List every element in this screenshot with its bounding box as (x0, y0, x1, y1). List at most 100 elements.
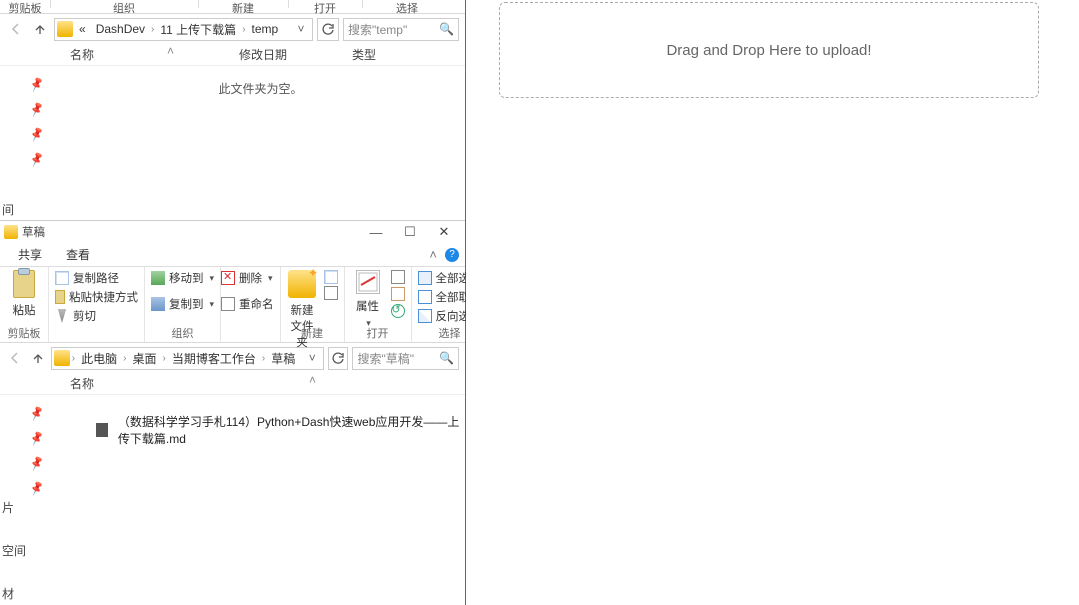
properties-icon (356, 270, 380, 294)
breadcrumb-item[interactable]: 11 上传下载篇 (156, 19, 240, 40)
arrow-up-icon (31, 351, 45, 365)
copy-path-icon (55, 271, 69, 285)
section-new: 新建 (198, 0, 288, 13)
nav-tree-item[interactable]: 间 (2, 199, 465, 220)
nav-tree-item[interactable]: 空间 (2, 540, 465, 561)
new-item-icon[interactable] (324, 270, 338, 284)
nav-up-button[interactable] (30, 19, 50, 39)
nav-up-button[interactable] (28, 348, 46, 368)
col-type[interactable]: 类型 (328, 46, 388, 63)
col-name[interactable]: 名称 (0, 46, 198, 63)
pin-icon: 📌 (28, 126, 45, 143)
copy-path-button[interactable]: 复制路径 (55, 270, 138, 286)
copy-to-button[interactable]: 复制到▾ (151, 296, 214, 312)
group-label: 新建 (281, 325, 344, 341)
breadcrumb-item[interactable]: 草稿 (267, 348, 299, 369)
rename-label: 重命名 (239, 296, 274, 312)
paste-button[interactable]: 粘贴 (2, 270, 46, 318)
breadcrumb-item[interactable]: 当期博客工作台 (168, 348, 260, 369)
ribbon-tabs: 共享 查看 ˄ ? (0, 243, 465, 267)
search-input[interactable]: 搜索"temp" 🔍 (343, 18, 459, 41)
ribbon-group-clipboard-extra: 复制路径 粘贴快捷方式 剪切 (49, 267, 145, 342)
folder-icon (57, 21, 73, 37)
tab-view[interactable]: 查看 (66, 246, 90, 263)
ribbon-group-organize: 移动到▾ 复制到▾ 组织 (145, 267, 221, 342)
tab-share[interactable]: 共享 (18, 246, 42, 263)
nav-back-button[interactable] (6, 348, 24, 368)
empty-folder-message: 此文件夹为空。 (56, 66, 465, 197)
rename-button[interactable]: 重命名 (221, 296, 274, 312)
markdown-file-icon (96, 423, 108, 437)
move-to-button[interactable]: 移动到▾ (151, 270, 214, 286)
breadcrumb-item[interactable]: DashDev (92, 20, 149, 38)
nav-back-button[interactable] (6, 19, 26, 39)
col-name[interactable]: 名称 (0, 375, 340, 392)
breadcrumb[interactable]: « DashDev › 11 上传下载篇 › temp ˅ (54, 18, 313, 41)
titlebar: 草稿 — ☐ ✕ (0, 221, 465, 243)
pin-icon: 📌 (28, 151, 45, 168)
delete-button[interactable]: 删除▾ (221, 270, 274, 286)
address-bar-row: « DashDev › 11 上传下载篇 › temp ˅ 搜索"temp" 🔍 (0, 14, 465, 44)
dash-app-area: Drag and Drop Here to upload! (466, 0, 1079, 605)
close-button[interactable]: ✕ (427, 222, 461, 242)
help-button[interactable]: ? (445, 248, 459, 262)
pin-icon: 📌 (28, 455, 45, 472)
col-modified[interactable]: 修改日期 (198, 46, 328, 63)
arrow-left-icon (8, 351, 22, 365)
chevron-right-icon: › (72, 353, 75, 364)
explorer-window-top: 剪贴板 组织 新建 打开 选择 « DashDev › 11 上传下载 (0, 0, 465, 221)
nav-tree-fragment: 片 空间 材 (0, 495, 465, 604)
paste-icon (13, 270, 35, 298)
chevron-down-icon: ▾ (210, 299, 215, 310)
move-to-label: 移动到 (169, 270, 204, 286)
paste-label: 粘贴 (13, 302, 36, 318)
easy-access-icon[interactable] (324, 286, 338, 300)
address-bar-row: › 此电脑 › 桌面 › 当期博客工作台 › 草稿 ˅ 搜索"草稿" 🔍 (0, 343, 465, 373)
section-select: 选择 (362, 0, 452, 13)
cut-icon (55, 309, 69, 323)
ribbon-group-organize-2: 删除▾ 重命名 (221, 267, 281, 342)
select-all-icon (418, 271, 432, 285)
breadcrumb[interactable]: › 此电脑 › 桌面 › 当期博客工作台 › 草稿 ˅ (51, 347, 324, 370)
group-label: 组织 (145, 325, 220, 341)
search-input[interactable]: 搜索"草稿" 🔍 (352, 347, 459, 370)
ribbon-section-labels: 剪贴板 组织 新建 打开 选择 (0, 0, 465, 14)
folder-icon (4, 225, 18, 239)
history-icon[interactable] (391, 304, 405, 318)
edit-icon[interactable] (391, 287, 405, 301)
breadcrumb-overflow[interactable]: « (75, 20, 90, 38)
properties-label: 属性 (356, 298, 379, 314)
file-list-area: 📌 📌 📌 📌 （数据科学学习手札114）Python+Dash快速web应用开… (0, 395, 465, 495)
file-name: （数据科学学习手札114）Python+Dash快速web应用开发——上传下载篇… (118, 413, 465, 447)
open-icon[interactable] (391, 270, 405, 284)
paste-shortcut-button[interactable]: 粘贴快捷方式 (55, 289, 138, 305)
quick-access-pins: 📌 📌 📌 📌 (0, 66, 56, 197)
maximize-button[interactable]: ☐ (393, 222, 427, 242)
nav-tree-item[interactable]: 片 (2, 497, 465, 518)
breadcrumb-item[interactable]: 桌面 (128, 348, 160, 369)
chevron-right-icon: › (262, 353, 265, 364)
refresh-button[interactable] (317, 18, 339, 41)
select-none-icon (418, 290, 432, 304)
minimize-button[interactable]: — (359, 222, 393, 242)
breadcrumb-dropdown[interactable]: ˅ (292, 22, 310, 36)
breadcrumb-dropdown[interactable]: ˅ (303, 351, 321, 365)
cut-button[interactable]: 剪切 (55, 308, 138, 324)
list-item[interactable]: （数据科学学习手札114）Python+Dash快速web应用开发——上传下载篇… (74, 409, 465, 451)
delete-icon (221, 271, 235, 285)
folder-icon (54, 350, 70, 366)
collapse-ribbon-icon[interactable]: ˄ (429, 247, 437, 262)
section-open: 打开 (288, 0, 362, 13)
nav-tree-item[interactable]: 材 (2, 583, 465, 604)
breadcrumb-item[interactable]: 此电脑 (77, 348, 121, 369)
upload-dropzone[interactable]: Drag and Drop Here to upload! (499, 2, 1039, 98)
section-organize: 组织 (50, 0, 198, 13)
chevron-down-icon: ▾ (268, 273, 273, 284)
dropzone-text: Drag and Drop Here to upload! (666, 42, 871, 59)
file-list: （数据科学学习手札114）Python+Dash快速web应用开发——上传下载篇… (56, 395, 465, 495)
properties-button[interactable]: 属性 ▾ (351, 270, 385, 329)
arrow-up-icon (33, 22, 47, 36)
ribbon-group-clipboard: 粘贴 剪贴板 (0, 267, 49, 342)
move-to-icon (151, 271, 165, 285)
breadcrumb-item[interactable]: temp (248, 20, 283, 38)
